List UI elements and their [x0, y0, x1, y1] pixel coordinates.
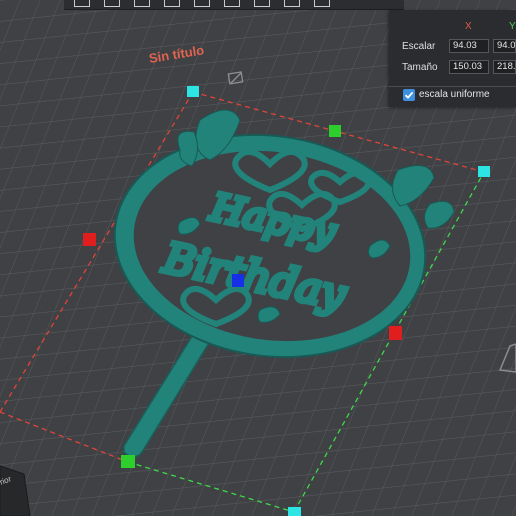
handle-bottom-cyan[interactable]: [288, 507, 301, 516]
size-y-field[interactable]: 218.: [493, 60, 516, 74]
toolbar-tool-icon[interactable]: [104, 0, 120, 7]
panel-divider: [389, 86, 516, 87]
handle-center-blue[interactable]: [232, 274, 244, 287]
scale-y-field[interactable]: 94.0: [493, 39, 516, 53]
top-toolbar: [64, 0, 404, 10]
checkmark-icon: [404, 91, 414, 99]
size-label: Tamaño: [402, 62, 438, 73]
handle-left-red[interactable]: [83, 233, 96, 246]
scale-panel: X Y Escalar 94.03 94.0 Tamaño 150.03 218…: [389, 10, 516, 107]
toolbar-tool-icon[interactable]: [134, 0, 150, 7]
scale-label: Escalar: [402, 41, 436, 52]
toolbar-tool-icon[interactable]: [74, 0, 90, 7]
handle-right-cyan[interactable]: [478, 166, 490, 177]
toolbar-tool-icon[interactable]: [254, 0, 270, 7]
handle-bottom-green[interactable]: [121, 455, 135, 468]
handle-top-cyan[interactable]: [187, 86, 199, 97]
toolbar-tool-icon[interactable]: [284, 0, 300, 7]
toolbar-tool-icon[interactable]: [194, 0, 210, 7]
uniform-scale-checkbox[interactable]: [403, 89, 415, 101]
toolbar-tool-icon[interactable]: [314, 0, 330, 7]
handle-right-red[interactable]: [389, 326, 402, 340]
uniform-scale-label: escala uniforme: [419, 89, 490, 100]
axis-x-label: X: [465, 21, 472, 32]
axis-y-label: Y: [509, 21, 516, 32]
handle-top-green[interactable]: [329, 125, 341, 137]
size-x-field[interactable]: 150.03: [449, 60, 489, 74]
toolbar-tool-icon[interactable]: [224, 0, 240, 7]
scale-x-field[interactable]: 94.03: [449, 39, 489, 53]
toolbar-tool-icon[interactable]: [164, 0, 180, 7]
